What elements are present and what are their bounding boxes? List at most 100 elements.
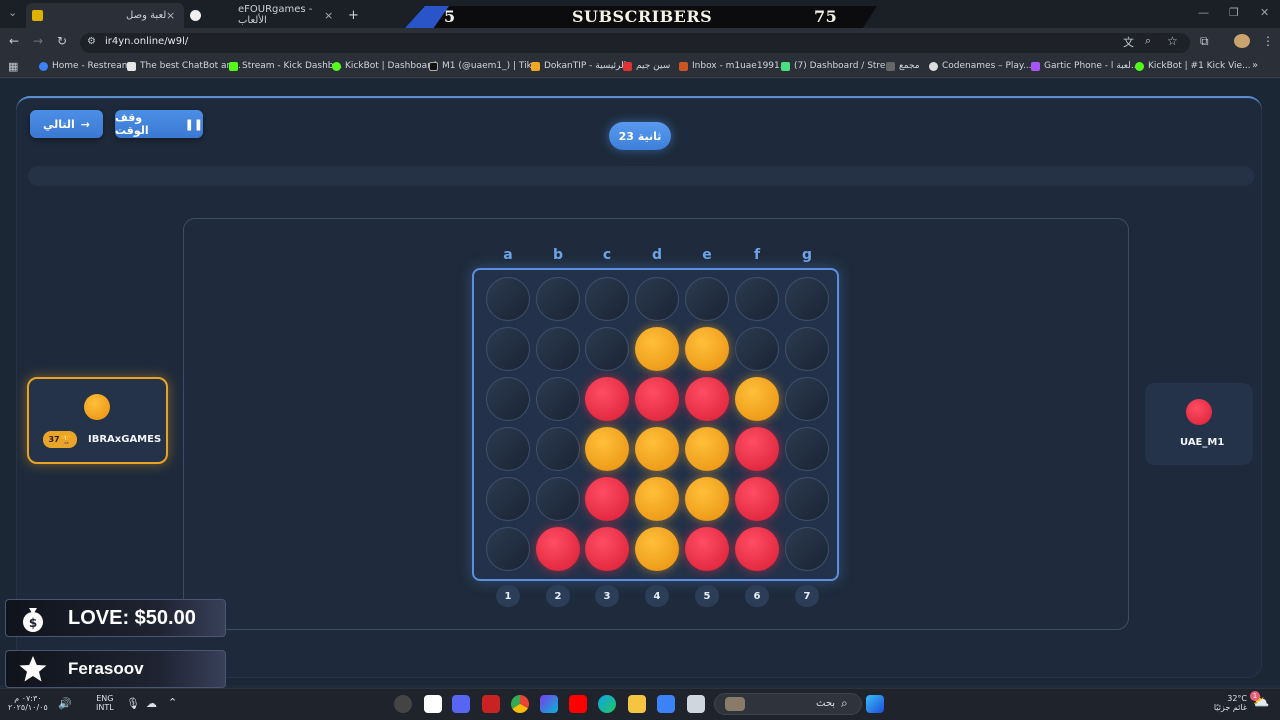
yellow-disc[interactable] [635,427,679,471]
bookmark-chatbot[interactable]: The best ChatBot an... [127,61,241,71]
taskbar-app-4-icon[interactable] [482,695,500,713]
yellow-disc[interactable] [635,527,679,571]
bookmark-kick-dashboard[interactable]: Stream - Kick Dashb... [229,61,342,71]
site-info-icon[interactable]: ⚙ [87,36,96,47]
new-tab-button[interactable]: + [348,4,359,26]
minimize-icon[interactable]: — [1198,6,1209,19]
bookmark-seen-jeem[interactable]: سين جيم [623,61,670,71]
red-disc[interactable] [735,527,779,571]
column-number-5[interactable]: 5 [695,585,719,607]
yellow-disc[interactable] [735,377,779,421]
red-disc[interactable] [685,527,729,571]
close-window-icon[interactable]: ✕ [1260,6,1269,19]
forward-icon[interactable]: → [33,34,43,48]
taskbar-app-1-icon[interactable] [394,695,412,713]
bookmark-restream[interactable]: Home - Restream [39,61,130,71]
empty-slot[interactable] [536,277,580,321]
back-icon[interactable]: ← [9,34,19,48]
empty-slot[interactable] [785,327,829,371]
red-disc[interactable] [735,427,779,471]
bookmark-kickbot-dashboard[interactable]: KickBot | Dashboard [332,61,436,71]
bookmark-dokantip[interactable]: DokanTIP - الرئيسية [531,61,626,71]
edge-icon[interactable] [598,695,616,713]
pause-timer-button[interactable]: وقف الوقت ❚❚ [115,110,203,138]
empty-slot[interactable] [486,327,530,371]
empty-slot[interactable] [685,277,729,321]
column-number-7[interactable]: 7 [795,585,819,607]
chevron-up-icon[interactable]: ⌃ [168,696,177,709]
close-tab-icon[interactable]: × [324,9,333,22]
empty-slot[interactable] [635,277,679,321]
translate-icon[interactable]: 文 [1123,34,1134,50]
youtube-icon[interactable] [569,695,587,713]
empty-slot[interactable] [536,377,580,421]
weather-widget[interactable]: 32°C غائم جزئيًا [1213,694,1247,712]
bookmark-codenames[interactable]: Codenames – Play... [929,61,1032,71]
empty-slot[interactable] [486,377,530,421]
column-number-2[interactable]: 2 [546,585,570,607]
bookmark-kickbot-viewers[interactable]: KickBot | #1 Kick Vie... [1135,61,1251,71]
bookmark-tiktok[interactable]: M1 (@uaem1_) | Tik... [429,61,540,71]
yellow-disc[interactable] [685,327,729,371]
red-disc[interactable] [735,477,779,521]
empty-slot[interactable] [585,327,629,371]
extensions-icon[interactable]: ⧉ [1200,34,1209,49]
reload-icon[interactable]: ↻ [57,34,67,48]
empty-slot[interactable] [585,277,629,321]
discord-icon[interactable] [452,695,470,713]
empty-slot[interactable] [486,427,530,471]
empty-slot[interactable] [486,277,530,321]
empty-slot[interactable] [486,527,530,571]
all-bookmarks-icon[interactable]: » [1252,60,1258,71]
volume-icon[interactable]: 🔊 [58,697,72,710]
microphone-icon[interactable]: 🎙 [126,697,140,710]
zoom-icon[interactable]: ⌕ [1145,34,1151,48]
profile-avatar[interactable] [1234,34,1250,48]
close-tab-icon[interactable]: × [166,9,175,22]
empty-slot[interactable] [785,477,829,521]
column-number-1[interactable]: 1 [496,585,520,607]
apps-grid-icon[interactable]: ▦ [8,60,18,73]
empty-slot[interactable] [785,427,829,471]
empty-slot[interactable] [536,427,580,471]
empty-slot[interactable] [536,477,580,521]
onedrive-icon[interactable]: ☁ [146,697,157,710]
empty-slot[interactable] [785,527,829,571]
taskbar-app-2-icon[interactable] [424,695,442,713]
red-disc[interactable] [685,377,729,421]
empty-slot[interactable] [785,277,829,321]
clock[interactable]: ٠٧:٣٠ م ٢٠٢٥/١٠/٠٥ [8,694,48,712]
yellow-disc[interactable] [685,427,729,471]
yellow-disc[interactable] [635,327,679,371]
bookmark-gartic-phone[interactable]: Gartic Phone - لعبة ا... [1031,61,1139,71]
empty-slot[interactable] [785,377,829,421]
taskbar-app-11-icon[interactable] [687,695,705,713]
copilot-icon[interactable] [540,695,558,713]
red-disc[interactable] [585,527,629,571]
store-icon[interactable] [657,695,675,713]
empty-slot[interactable] [735,327,779,371]
menu-icon[interactable]: ⋮ [1262,34,1274,48]
empty-slot[interactable] [486,477,530,521]
column-number-3[interactable]: 3 [595,585,619,607]
bookmark-stream-dashboard[interactable]: (7) Dashboard / Stre... [781,61,894,71]
url-field[interactable] [80,33,1190,53]
red-disc[interactable] [536,527,580,571]
chrome-icon[interactable] [511,695,529,713]
bookmark-inbox[interactable]: Inbox - m1uae1991... [679,61,788,71]
column-number-6[interactable]: 6 [745,585,769,607]
restore-icon[interactable]: ❐ [1229,6,1239,19]
yellow-disc[interactable] [585,427,629,471]
tab-efourgames[interactable]: eFOURgames - الألعاب × [190,4,336,26]
tab-connect-game[interactable]: لعبة وصل × [32,4,178,26]
red-disc[interactable] [585,477,629,521]
bookmark-collection[interactable]: مجمع [886,61,920,71]
file-explorer-icon[interactable] [628,695,646,713]
empty-slot[interactable] [536,327,580,371]
next-button[interactable]: التالي → [30,110,103,138]
red-disc[interactable] [635,377,679,421]
tab-search-icon[interactable]: ⌄ [8,6,17,19]
windows-start-icon[interactable] [866,695,884,713]
language-indicator[interactable]: ENG INTL [96,694,114,712]
bookmark-star-icon[interactable]: ☆ [1167,34,1178,48]
